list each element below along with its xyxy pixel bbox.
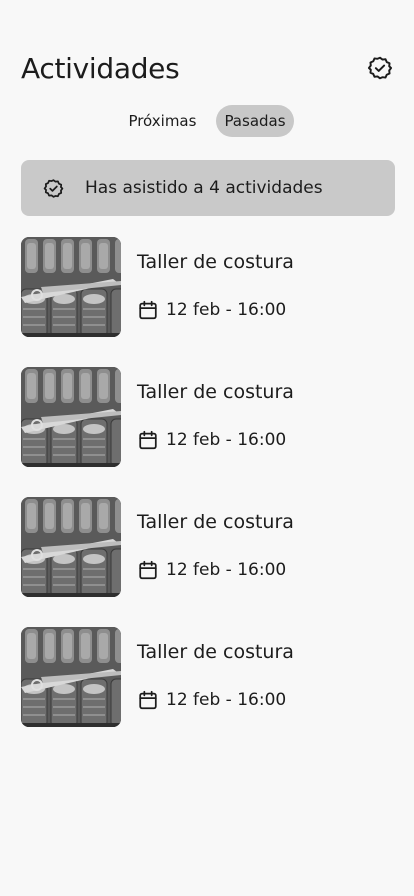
activity-thumbnail [21,497,121,597]
activity-item[interactable]: Taller de costura 12 feb - 16:00 [21,497,395,597]
activity-title: Taller de costura [137,641,294,663]
badge-check-icon[interactable] [366,54,394,82]
activity-info: Taller de costura 12 feb - 16:00 [137,627,294,727]
activity-info: Taller de costura 12 feb - 16:00 [137,237,294,337]
activity-thumbnail [21,627,121,727]
activity-date: 12 feb - 16:00 [137,559,294,581]
activity-title: Taller de costura [137,511,294,533]
calendar-icon [137,429,159,451]
activity-date-text: 12 feb - 16:00 [166,430,287,450]
attendance-text: Has asistido a 4 actividades [85,178,323,198]
badge-check-icon [42,177,64,199]
activity-date-text: 12 feb - 16:00 [166,690,287,710]
activity-info: Taller de costura 12 feb - 16:00 [137,497,294,597]
activity-date: 12 feb - 16:00 [137,299,294,321]
activity-thumbnail [21,367,121,467]
calendar-icon [137,559,159,581]
page-title: Actividades [21,51,180,85]
activity-date: 12 feb - 16:00 [137,429,294,451]
header: Actividades [21,48,394,88]
activity-date: 12 feb - 16:00 [137,689,294,711]
tab-pasadas[interactable]: Pasadas [216,105,294,137]
tab-proximas[interactable]: Próximas [120,105,204,137]
activity-title: Taller de costura [137,381,294,403]
calendar-icon [137,689,159,711]
attendance-banner: Has asistido a 4 actividades [21,160,395,216]
tab-bar: Próximas Pasadas [0,105,414,137]
activity-thumbnail [21,237,121,337]
activity-info: Taller de costura 12 feb - 16:00 [137,367,294,467]
activity-date-text: 12 feb - 16:00 [166,560,287,580]
activity-item[interactable]: Taller de costura 12 feb - 16:00 [21,367,395,467]
activity-title: Taller de costura [137,251,294,273]
activity-date-text: 12 feb - 16:00 [166,300,287,320]
activity-list: Taller de costura 12 feb - 16:00 Taller … [21,237,395,757]
activity-item[interactable]: Taller de costura 12 feb - 16:00 [21,237,395,337]
activity-item[interactable]: Taller de costura 12 feb - 16:00 [21,627,395,727]
calendar-icon [137,299,159,321]
